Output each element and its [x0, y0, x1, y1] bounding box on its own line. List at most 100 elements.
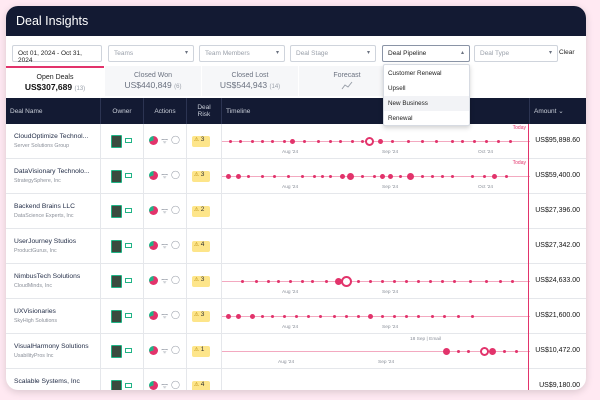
- table-row[interactable]: CloudOptimize Technol... Server Solution…: [6, 124, 586, 159]
- timeline-event-dot[interactable]: [240, 280, 244, 283]
- timeline-event-dot[interactable]: [387, 174, 393, 179]
- table-row[interactable]: Scalable Systems, Inc ᯤ ◯ ⚠ 4 US$9,180.0…: [6, 369, 586, 390]
- timeline-event-dot[interactable]: [312, 175, 316, 178]
- teams-filter[interactable]: Teams ▾: [108, 45, 194, 62]
- avatar[interactable]: [111, 135, 122, 148]
- activity-pie-icon[interactable]: [149, 276, 158, 285]
- timeline-event-dot[interactable]: [440, 175, 444, 178]
- timeline-event-dot[interactable]: [340, 276, 352, 287]
- timeline-event-dot[interactable]: [339, 174, 345, 179]
- timeline-event-dot[interactable]: [282, 140, 286, 143]
- timeline-event-dot[interactable]: [350, 140, 354, 143]
- timeline-event-dot[interactable]: [484, 140, 488, 143]
- timeline-event-dot[interactable]: [404, 315, 408, 318]
- timeline-event-dot[interactable]: [364, 137, 374, 146]
- timeline-event-dot[interactable]: [260, 140, 264, 143]
- deal-name[interactable]: DataVisionary Technolo...: [14, 168, 90, 175]
- signal-icon[interactable]: ᯤ: [161, 310, 168, 321]
- timeline-event-dot[interactable]: [368, 280, 372, 283]
- deal-name[interactable]: Backend Brains LLC: [14, 203, 75, 210]
- risk-badge[interactable]: ⚠ 3: [192, 136, 210, 147]
- signal-icon[interactable]: ᯤ: [161, 170, 168, 181]
- timeline-event-dot[interactable]: [306, 315, 310, 318]
- timeline-event-dot[interactable]: [380, 315, 384, 318]
- deal-name[interactable]: UXVisionaries: [14, 308, 56, 315]
- timeline-event-dot[interactable]: [484, 280, 488, 283]
- timeline-event-dot[interactable]: [496, 140, 500, 143]
- timeline-event-dot[interactable]: [238, 140, 242, 143]
- timeline-event-dot[interactable]: [416, 280, 420, 283]
- activity-pie-icon[interactable]: [149, 171, 158, 180]
- activity-pie-icon[interactable]: [149, 136, 158, 145]
- header-timeline[interactable]: Timeline: [222, 98, 530, 124]
- header-owner[interactable]: Owner: [101, 98, 144, 124]
- timeline-event-dot[interactable]: [430, 175, 434, 178]
- timeline-track[interactable]: Aug '24 Sep '24: [222, 299, 530, 334]
- timeline-event-dot[interactable]: [472, 140, 476, 143]
- timeline-event-dot[interactable]: [225, 174, 231, 179]
- table-row[interactable]: UXVisionaries SkyHigh Solutions ᯤ ◯ ⚠ 3 …: [6, 299, 586, 334]
- timeline-event-dot[interactable]: [300, 280, 304, 283]
- timeline-event-dot[interactable]: [428, 280, 432, 283]
- tab-forecast[interactable]: Forecast: [299, 66, 395, 96]
- timeline-event-dot[interactable]: [289, 139, 295, 144]
- timeline-event-dot[interactable]: [260, 175, 264, 178]
- timeline-event-dot[interactable]: [470, 315, 474, 318]
- deal-name[interactable]: Scalable Systems, Inc: [14, 378, 80, 385]
- timeline-event-dot[interactable]: [406, 140, 410, 143]
- timeline-event-dot[interactable]: [392, 280, 396, 283]
- timeline-event-dot[interactable]: [300, 175, 304, 178]
- table-row[interactable]: DataVisionary Technolo... StrategySphere…: [6, 159, 586, 194]
- timeline-event-dot[interactable]: [266, 280, 270, 283]
- timeline-event-dot[interactable]: [430, 315, 434, 318]
- timeline-event-dot[interactable]: [270, 315, 274, 318]
- timeline-event-dot[interactable]: [456, 350, 460, 353]
- timeline-event-dot[interactable]: [468, 280, 472, 283]
- timeline-event-dot[interactable]: [310, 280, 314, 283]
- signal-icon[interactable]: ᯤ: [161, 345, 168, 356]
- risk-badge[interactable]: ⚠ 3: [192, 311, 210, 322]
- timeline-event-dot[interactable]: [246, 175, 250, 178]
- activity-pie-icon[interactable]: [149, 206, 158, 215]
- timeline-event-dot[interactable]: [249, 314, 255, 319]
- timeline-event-dot[interactable]: [488, 348, 496, 355]
- chat-icon[interactable]: ◯: [171, 205, 180, 214]
- header-deal-name[interactable]: Deal Name: [6, 98, 101, 124]
- avatar[interactable]: [111, 170, 122, 183]
- deal-name[interactable]: VisualHarmony Solutions: [14, 343, 89, 350]
- team-members-filter[interactable]: Team Members ▾: [199, 45, 285, 62]
- timeline-event-dot[interactable]: [442, 315, 446, 318]
- pipeline-option-new-business[interactable]: New Business: [384, 96, 469, 111]
- timeline-track[interactable]: Aug '24 Sep '24 18 Sep | Email: [222, 334, 530, 369]
- table-row[interactable]: NimbusTech Solutions CloudMinds, Inc ᯤ ◯…: [6, 264, 586, 299]
- activity-pie-icon[interactable]: [149, 241, 158, 250]
- timeline-event-dot[interactable]: [440, 280, 444, 283]
- timeline-event-dot[interactable]: [316, 140, 320, 143]
- timeline-event-dot[interactable]: [420, 175, 424, 178]
- mail-icon[interactable]: [125, 278, 132, 283]
- timeline-event-dot[interactable]: [460, 140, 464, 143]
- signal-icon[interactable]: ᯤ: [161, 275, 168, 286]
- avatar[interactable]: [111, 380, 122, 390]
- signal-icon[interactable]: ᯤ: [161, 380, 168, 390]
- deal-type-filter[interactable]: Deal Type ▾: [474, 45, 558, 62]
- date-range-filter[interactable]: Oct 01, 2024 - Oct 31, 2024: [12, 45, 102, 64]
- clear-filters-button[interactable]: Clear: [559, 49, 575, 56]
- header-actions[interactable]: Actions: [144, 98, 187, 124]
- timeline-event-dot[interactable]: [288, 280, 292, 283]
- activity-pie-icon[interactable]: [149, 311, 158, 320]
- timeline-event-dot[interactable]: [398, 175, 402, 178]
- timeline-event-dot[interactable]: [356, 280, 360, 283]
- timeline-event-dot[interactable]: [406, 173, 414, 180]
- mail-icon[interactable]: [125, 348, 132, 353]
- timeline-track[interactable]: [222, 229, 530, 264]
- timeline-event-dot[interactable]: [324, 280, 328, 283]
- chat-icon[interactable]: ◯: [171, 345, 180, 354]
- timeline-event-dot[interactable]: [434, 140, 438, 143]
- timeline-event-dot[interactable]: [504, 175, 508, 178]
- timeline-event-dot[interactable]: [482, 175, 486, 178]
- signal-icon[interactable]: ᯤ: [161, 135, 168, 146]
- timeline-event-dot[interactable]: [235, 174, 241, 179]
- timeline-event-dot[interactable]: [510, 280, 514, 283]
- timeline-track[interactable]: Aug '24 Sep '24 Oct '24 Today: [222, 124, 530, 159]
